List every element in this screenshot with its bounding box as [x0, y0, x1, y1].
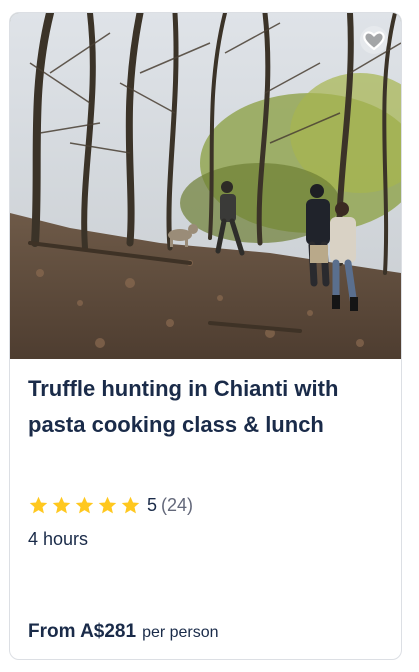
- activity-card[interactable]: Truffle hunting in Chianti with pasta co…: [9, 12, 402, 660]
- wishlist-heart-icon[interactable]: [359, 25, 389, 55]
- activity-title[interactable]: Truffle hunting in Chianti with pasta co…: [28, 371, 388, 443]
- duration: 4 hours: [28, 529, 89, 549]
- forest-scene-image: [10, 13, 401, 359]
- price-unit: per person: [142, 624, 219, 641]
- rating-value: 5: [147, 494, 158, 515]
- star-icon: [75, 496, 94, 513]
- star-icon: [98, 496, 117, 513]
- star-icon: [52, 496, 71, 513]
- star-rating: [28, 495, 141, 516]
- price-row: From A$281 per person: [28, 621, 219, 643]
- activity-photo[interactable]: [10, 13, 401, 359]
- review-count: (24): [161, 494, 194, 515]
- price-from: From A$281: [28, 621, 137, 642]
- rating-row: 5 (24): [28, 493, 193, 517]
- star-icon: [121, 496, 140, 513]
- star-icon: [29, 496, 48, 513]
